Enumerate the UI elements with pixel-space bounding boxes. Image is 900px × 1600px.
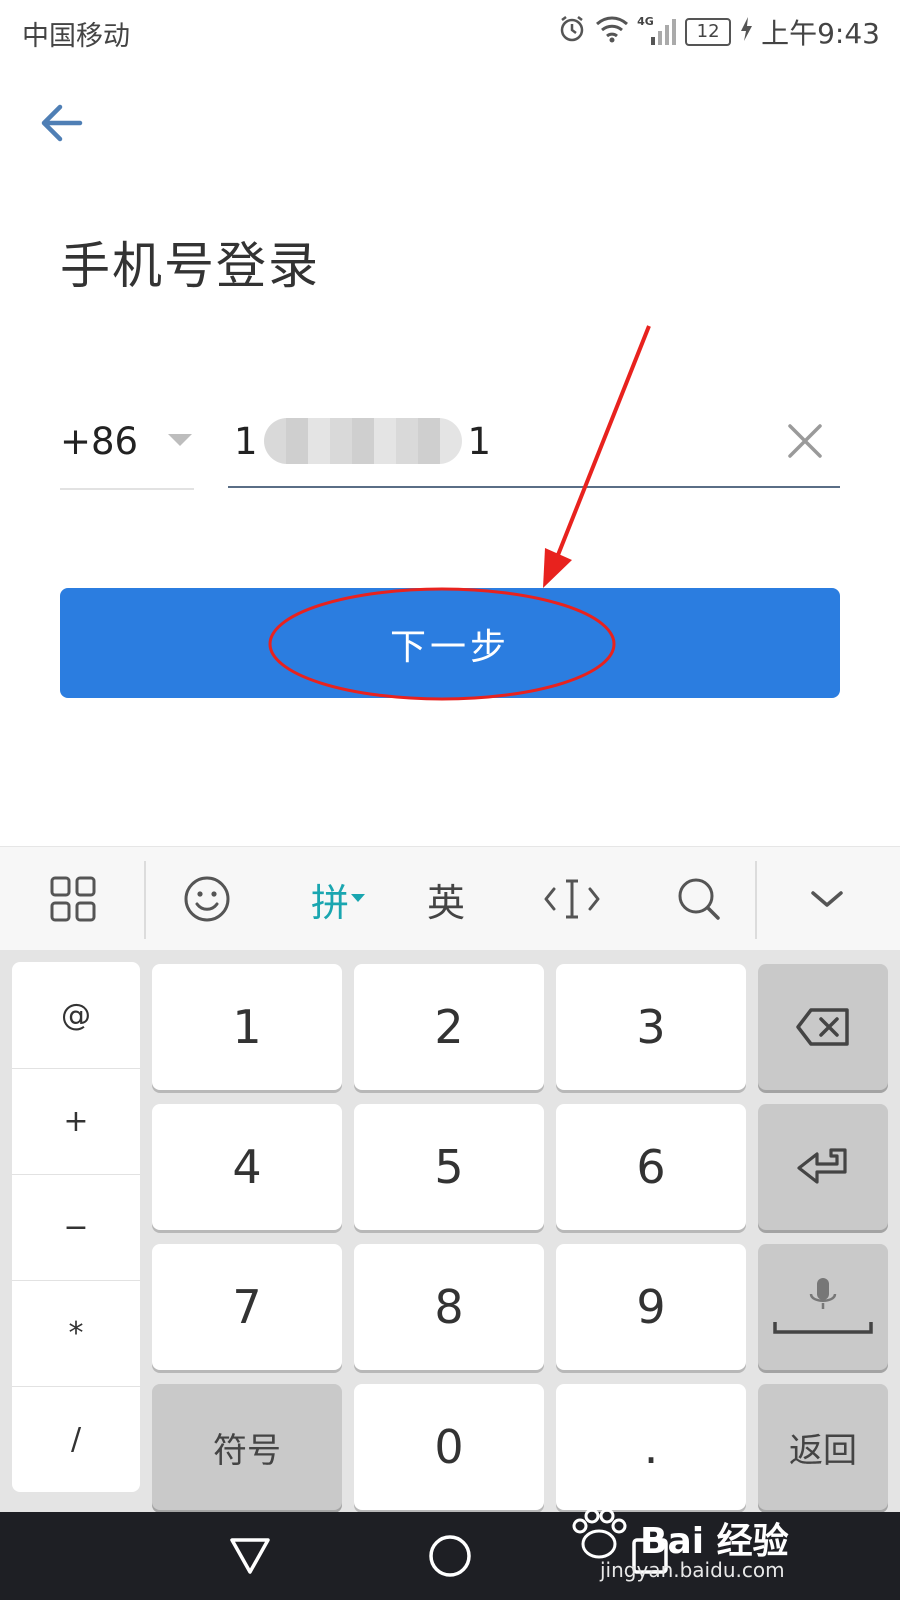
enter-key[interactable]	[758, 1104, 888, 1230]
digit-key-1[interactable]: 1	[152, 964, 342, 1090]
alarm-icon	[557, 14, 587, 51]
clock: 上午9:43	[761, 17, 880, 50]
return-key-label: 返回	[789, 1430, 857, 1471]
symbol-key-asterisk[interactable]: *	[12, 1280, 140, 1387]
battery-icon: 12	[685, 18, 732, 46]
next-button-label: 下一步	[389, 627, 510, 668]
backspace-icon	[796, 1008, 849, 1046]
keyboard-toolbar: 拼 英	[0, 846, 900, 951]
hide-keyboard-button[interactable]	[800, 871, 854, 927]
symbols-key-label: 符号	[213, 1430, 281, 1471]
back-nav-button[interactable]	[226, 1532, 274, 1580]
paw-logo-icon	[572, 1508, 627, 1559]
dot-key[interactable]: .	[556, 1384, 746, 1510]
chevron-down-icon	[811, 891, 843, 907]
symbol-key-at[interactable]: @	[12, 962, 140, 1069]
pinyin-mode-button[interactable]: 拼	[300, 871, 376, 927]
digit-key-5[interactable]: 5	[354, 1104, 544, 1230]
charging-icon	[739, 16, 753, 49]
next-button[interactable]: 下一步	[60, 588, 840, 698]
english-mode-button[interactable]: 英	[416, 871, 476, 927]
enter-icon	[797, 1148, 847, 1184]
pinyin-label: 拼	[310, 880, 349, 925]
page-title: 手机号登录	[60, 237, 320, 295]
symbol-key-minus[interactable]: −	[12, 1174, 140, 1281]
status-icons: 4G 12 上午9:43	[557, 12, 880, 52]
back-button[interactable]	[36, 96, 90, 150]
triangle-back-icon	[230, 1538, 270, 1574]
text-cursor-icon	[544, 879, 600, 919]
symbol-key-plus[interactable]: +	[12, 1068, 140, 1175]
apps-grid-button[interactable]	[46, 871, 100, 927]
toolbar-divider	[755, 861, 757, 939]
caret-down-icon	[168, 434, 192, 446]
search-button[interactable]	[672, 871, 726, 927]
digit-key-4[interactable]: 4	[152, 1104, 342, 1230]
watermark-brand: Bai 经验	[640, 1521, 789, 1562]
symbol-column: @ + − * /	[12, 962, 140, 1492]
digit-key-9[interactable]: 9	[556, 1244, 746, 1370]
arrow-left-icon	[41, 104, 83, 142]
emoji-button[interactable]	[180, 871, 234, 927]
return-key[interactable]: 返回	[758, 1384, 888, 1510]
home-nav-button[interactable]	[426, 1532, 474, 1580]
space-key[interactable]	[758, 1244, 888, 1370]
grid-icon	[50, 876, 96, 922]
phone-last-digit: 1	[467, 419, 492, 463]
redacted-digits	[263, 418, 462, 464]
country-code-selector[interactable]: +86	[60, 402, 194, 490]
digit-key-6[interactable]: 6	[556, 1104, 746, 1230]
watermark-site: jingyan.baidu.com	[600, 1558, 785, 1582]
clear-input-button[interactable]	[784, 420, 826, 462]
digit-key-3[interactable]: 3	[556, 964, 746, 1090]
baidu-jingyan-watermark: Bai 经验 jingyan.baidu.com	[560, 1496, 860, 1600]
symbols-key[interactable]: 符号	[152, 1384, 342, 1510]
numeric-keyboard: @ + − * / 1 2 3 4 5 6 7 8 9 符号 0 . 返回	[0, 950, 900, 1512]
close-icon	[788, 424, 822, 458]
carrier-name: 中国移动	[22, 21, 130, 52]
digit-key-0[interactable]: 0	[354, 1384, 544, 1510]
status-bar: 中国移动 4G 12 上午9:43	[0, 0, 900, 64]
english-label: 英	[426, 880, 465, 925]
annotation-arrow-head	[543, 548, 572, 588]
microphone-icon	[773, 1278, 873, 1334]
wifi-icon	[595, 15, 629, 50]
phone-first-digit: 1	[234, 419, 258, 463]
cursor-edit-button[interactable]	[540, 871, 604, 927]
phone-number-input[interactable]: 1 1	[228, 402, 840, 488]
phone-number-value: 1 1	[234, 418, 491, 464]
digit-key-7[interactable]: 7	[152, 1244, 342, 1370]
toolbar-divider	[144, 861, 146, 939]
country-code-value: +86	[60, 420, 139, 463]
signal-icon: 4G	[637, 15, 677, 47]
caret-down-icon	[351, 894, 365, 902]
backspace-key[interactable]	[758, 964, 888, 1090]
circle-home-icon	[429, 1535, 471, 1577]
symbol-key-slash[interactable]: /	[12, 1386, 140, 1492]
search-icon	[678, 878, 720, 920]
smiley-icon	[184, 876, 230, 922]
digit-key-2[interactable]: 2	[354, 964, 544, 1090]
digit-key-8[interactable]: 8	[354, 1244, 544, 1370]
